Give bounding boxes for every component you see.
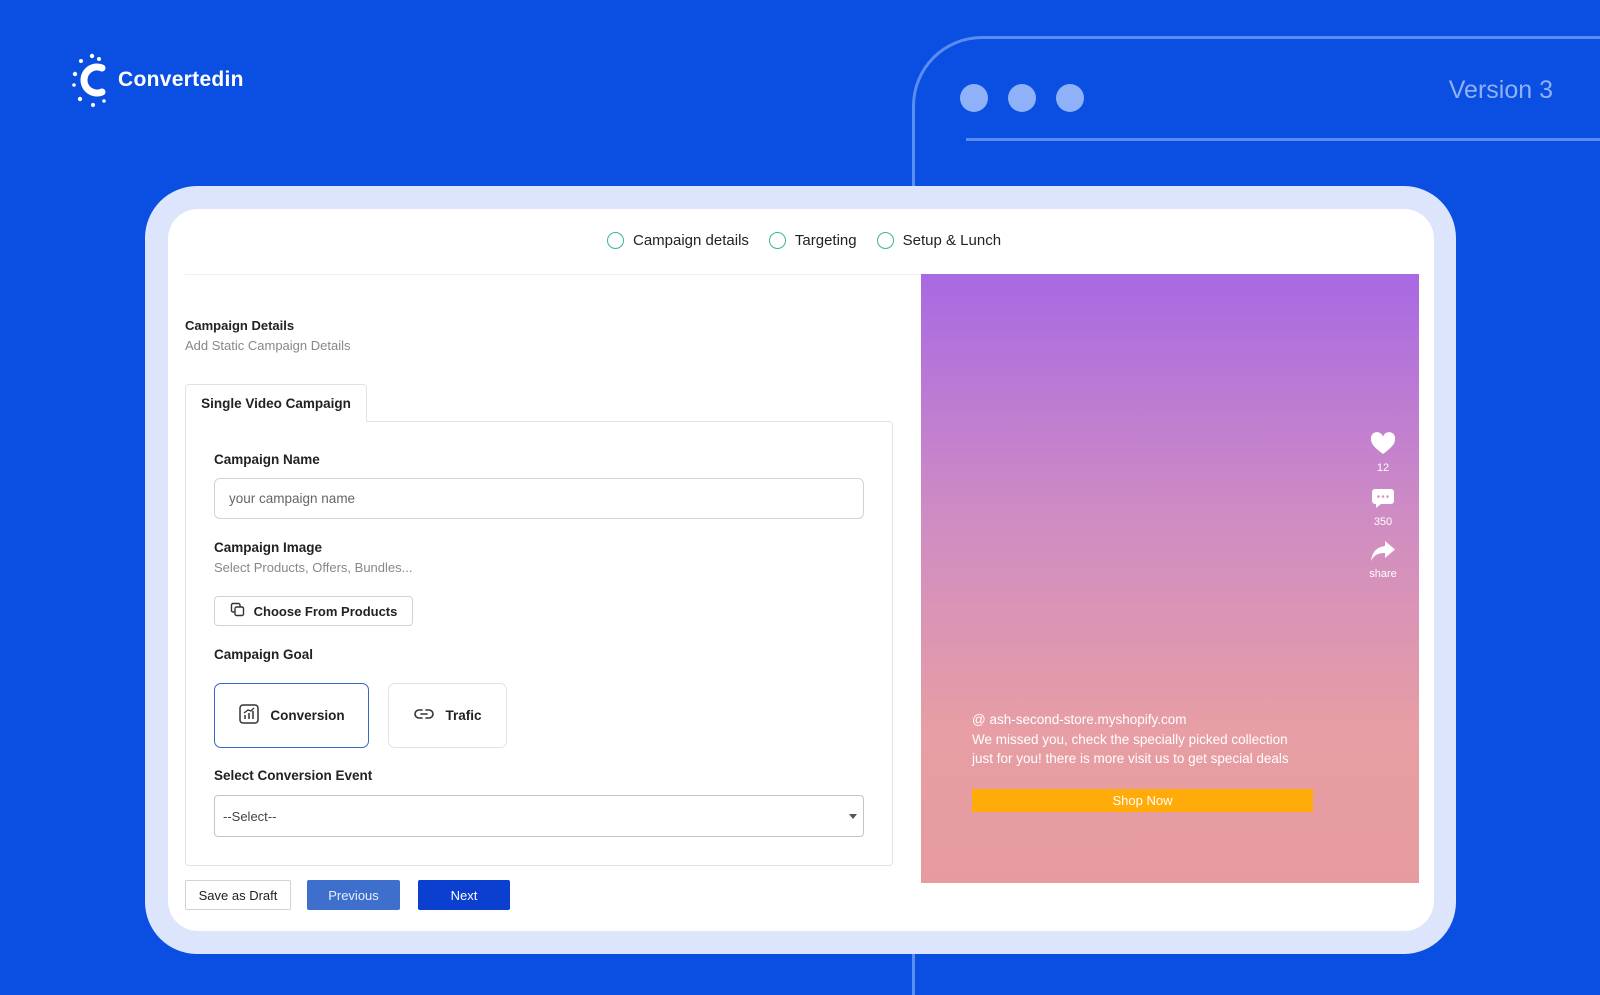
goal-option-trafic[interactable]: Trafic bbox=[388, 683, 507, 748]
conversion-event-select[interactable]: --Select-- bbox=[214, 795, 864, 837]
choose-from-products-label: Choose From Products bbox=[253, 603, 398, 619]
section-title: Campaign Details bbox=[185, 318, 295, 333]
preview-message: We missed you, check the specially picke… bbox=[972, 731, 1289, 767]
step-circle-icon bbox=[876, 232, 894, 249]
section-subtitle: Add Static Campaign Details bbox=[185, 338, 351, 353]
campaign-goal-label: Campaign Goal bbox=[214, 647, 314, 662]
brand: Convertedin bbox=[72, 52, 244, 108]
link-icon bbox=[413, 707, 435, 724]
c-splash-logo-icon bbox=[72, 52, 112, 108]
share-arrow-icon bbox=[1370, 540, 1396, 565]
save-as-draft-button[interactable]: Save as Draft bbox=[185, 880, 291, 910]
step-circle-icon bbox=[607, 232, 624, 249]
stepper-divider bbox=[185, 274, 921, 275]
copy-icon bbox=[230, 602, 245, 620]
next-button[interactable]: Next bbox=[418, 880, 510, 910]
window-divider bbox=[966, 138, 1600, 141]
like-count: 12 bbox=[1376, 462, 1390, 474]
preview-caption: @ ash-second-store.myshopify.com We miss… bbox=[972, 710, 1312, 769]
step-circle-icon bbox=[768, 232, 786, 249]
campaign-image-hint: Select Products, Offers, Bundles... bbox=[214, 560, 413, 575]
store-handle: @ ash-second-store.myshopify.com bbox=[972, 712, 1187, 727]
step-label: Targeting bbox=[794, 232, 857, 249]
like-action[interactable]: 12 bbox=[1370, 432, 1396, 474]
tab-single-video-campaign[interactable]: Single Video Campaign bbox=[185, 384, 367, 422]
campaign-image-label: Campaign Image bbox=[214, 540, 323, 555]
share-label: share bbox=[1369, 568, 1397, 580]
campaign-name-label: Campaign Name bbox=[214, 452, 320, 467]
preview-side-actions: 12 350 share bbox=[1363, 432, 1403, 580]
campaign-name-input[interactable] bbox=[214, 478, 864, 519]
choose-from-products-button[interactable]: Choose From Products bbox=[214, 596, 413, 626]
comment-count: 350 bbox=[1373, 516, 1393, 528]
brand-name: Convertedin bbox=[118, 68, 244, 91]
share-action[interactable]: share bbox=[1369, 540, 1397, 580]
stepper: Campaign details Targeting Setup & Lunch bbox=[607, 232, 1001, 249]
step-campaign-details[interactable]: Campaign details bbox=[607, 232, 749, 249]
comment-action[interactable]: 350 bbox=[1371, 486, 1395, 528]
video-preview: 12 350 share @ ash-second-store.myshopif… bbox=[921, 274, 1419, 883]
shop-now-button[interactable]: Shop Now bbox=[972, 789, 1313, 812]
heart-icon bbox=[1370, 432, 1396, 459]
window-dot bbox=[1056, 84, 1084, 112]
goal-option-label: Conversion bbox=[270, 708, 345, 723]
conversion-event-label: Select Conversion Event bbox=[214, 768, 373, 783]
step-label: Setup & Lunch bbox=[902, 232, 1002, 249]
version-label: Version 3 bbox=[1448, 76, 1553, 104]
step-targeting[interactable]: Targeting bbox=[768, 232, 857, 249]
chart-icon bbox=[238, 703, 260, 728]
goal-option-label: Trafic bbox=[445, 708, 482, 723]
previous-button[interactable]: Previous bbox=[307, 880, 400, 910]
step-label: Campaign details bbox=[633, 232, 749, 249]
conversion-event-value: --Select-- bbox=[223, 808, 277, 824]
comment-icon bbox=[1371, 486, 1395, 513]
caret-down-icon bbox=[849, 814, 857, 819]
window-dot bbox=[1008, 84, 1036, 112]
window-dot bbox=[960, 84, 988, 112]
goal-option-conversion[interactable]: Conversion bbox=[214, 683, 369, 748]
window-dots bbox=[960, 84, 1084, 112]
step-setup-launch[interactable]: Setup & Lunch bbox=[876, 232, 1002, 249]
